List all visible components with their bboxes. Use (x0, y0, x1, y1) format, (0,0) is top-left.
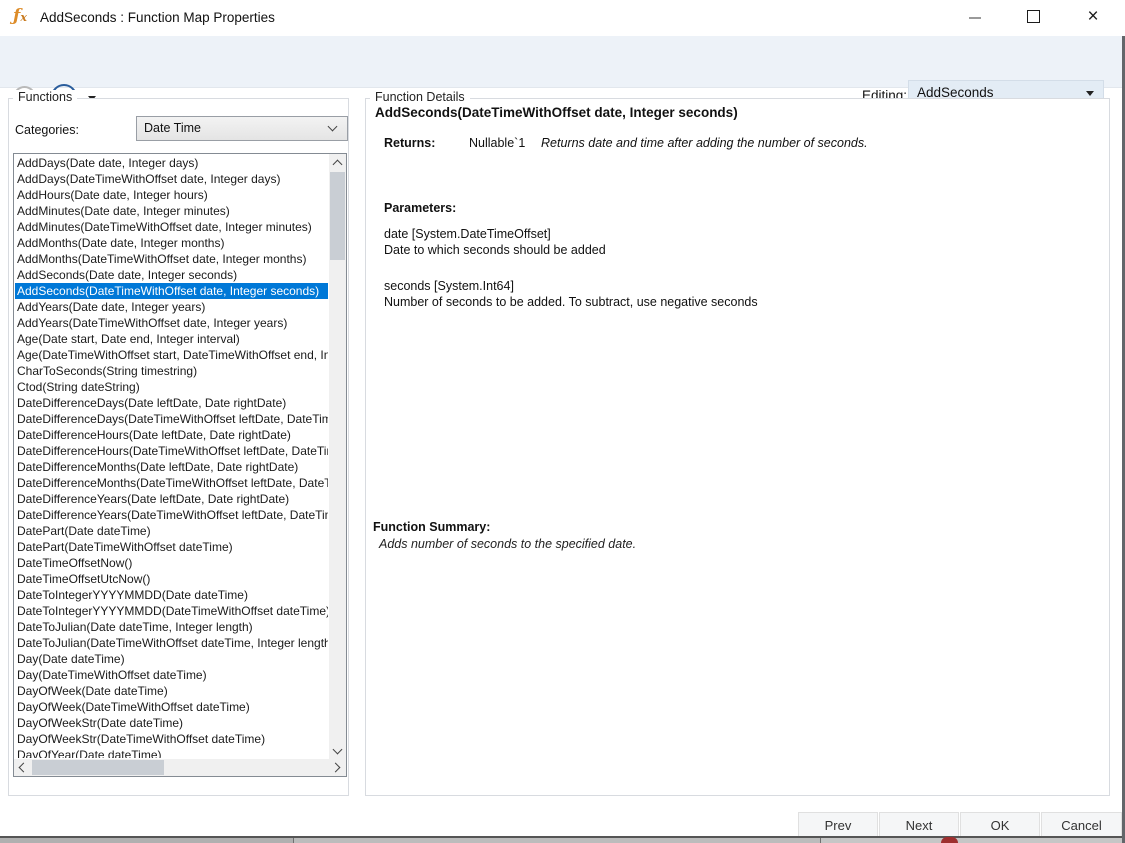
scroll-up-arrow-icon[interactable] (329, 154, 346, 171)
list-item[interactable]: AddYears(DateTimeWithOffset date, Intege… (15, 315, 328, 331)
parameter-entry: seconds [System.Int64] Number of seconds … (384, 279, 758, 310)
list-item[interactable]: DayOfWeek(DateTimeWithOffset dateTime) (15, 699, 328, 715)
list-item[interactable]: AddDays(DateTimeWithOffset date, Integer… (15, 171, 328, 187)
horizontal-scrollbar-thumb[interactable] (32, 760, 164, 775)
list-item[interactable]: DateToJulian(Date dateTime, Integer leng… (15, 619, 328, 635)
minimize-button[interactable] (952, 0, 998, 34)
function-details-groupbox: Function Details AddSeconds(DateTimeWith… (365, 90, 1110, 796)
list-item[interactable]: DayOfWeekStr(DateTimeWithOffset dateTime… (15, 731, 328, 747)
categories-combobox-value: Date Time (144, 121, 201, 135)
list-item[interactable]: Ctod(String dateString) (15, 379, 328, 395)
function-summary-text: Adds number of seconds to the specified … (379, 537, 637, 551)
list-item[interactable]: DateDifferenceYears(DateTimeWithOffset l… (15, 507, 328, 523)
list-item[interactable]: Day(Date dateTime) (15, 651, 328, 667)
parameter-name: date [System.DateTimeOffset] (384, 227, 551, 241)
returns-type: Nullable`1 (469, 136, 526, 150)
close-button[interactable]: × (1070, 0, 1116, 34)
list-item[interactable]: DayOfYear(Date dateTime) (15, 747, 328, 758)
functions-groupbox-title: Functions (13, 90, 78, 104)
list-item[interactable]: DateDifferenceMonths(Date leftDate, Date… (15, 459, 328, 475)
returns-row: Returns: Nullable`1 Returns date and tim… (384, 136, 868, 150)
parameters-list: date [System.DateTimeOffset] Date to whic… (384, 227, 758, 331)
list-item[interactable]: DateToIntegerYYYYMMDD(DateTimeWithOffset… (15, 603, 328, 619)
close-icon: × (1087, 6, 1099, 27)
list-item[interactable]: DateDifferenceYears(Date leftDate, Date … (15, 491, 328, 507)
scroll-down-arrow-icon[interactable] (329, 742, 346, 759)
list-item[interactable]: AddSeconds(Date date, Integer seconds) (15, 267, 328, 283)
chevron-down-icon (327, 121, 338, 132)
list-item[interactable]: DatePart(Date dateTime) (15, 523, 328, 539)
prev-button[interactable]: Prev (798, 812, 878, 839)
title-bar: ƒx AddSeconds : Function Map Properties … (0, 0, 1125, 36)
functions-groupbox: Functions Categories: Date Time AddDays(… (8, 90, 349, 796)
navigation-toolbar: ← → Editing: AddSeconds (0, 36, 1125, 110)
list-item[interactable]: DateToJulian(DateTimeWithOffset dateTime… (15, 635, 328, 651)
list-item[interactable]: Day(DateTimeWithOffset dateTime) (15, 667, 328, 683)
function-listbox: AddDays(Date date, Integer days) AddDays(… (13, 153, 347, 777)
list-item[interactable]: DateDifferenceHours(DateTimeWithOffset l… (15, 443, 328, 459)
next-button[interactable]: Next (879, 812, 959, 839)
dialog-window: ƒx AddSeconds : Function Map Properties … (0, 0, 1125, 843)
list-item[interactable]: AddMinutes(DateTimeWithOffset date, Inte… (15, 219, 328, 235)
list-item[interactable]: AddMonths(DateTimeWithOffset date, Integ… (15, 251, 328, 267)
list-item[interactable]: Age(DateTimeWithOffset start, DateTimeWi… (15, 347, 328, 363)
list-item[interactable]: AddSeconds(DateTimeWithOffset date, Inte… (15, 283, 328, 299)
function-list-items: AddDays(Date date, Integer days) AddDays(… (15, 155, 328, 758)
parameter-description: Number of seconds to be added. To subtra… (384, 294, 758, 309)
parameter-description: Date to which seconds should be added (384, 242, 606, 257)
parameter-entry: date [System.DateTimeOffset] Date to whic… (384, 227, 758, 258)
list-item[interactable]: AddHours(Date date, Integer hours) (15, 187, 328, 203)
categories-combobox[interactable]: Date Time (136, 116, 348, 141)
background-red-icon (941, 837, 958, 843)
list-item[interactable]: CharToSeconds(String timestring) (15, 363, 328, 379)
categories-label: Categories: (15, 123, 79, 137)
list-item[interactable]: DateTimeOffsetUtcNow() (15, 571, 328, 587)
vertical-scrollbar[interactable] (329, 154, 346, 759)
list-item[interactable]: DayOfWeek(Date dateTime) (15, 683, 328, 699)
list-item[interactable]: DateDifferenceHours(Date leftDate, Date … (15, 427, 328, 443)
chevron-down-icon (1086, 91, 1094, 96)
function-signature: AddSeconds(DateTimeWithOffset date, Inte… (375, 105, 738, 120)
scroll-left-arrow-icon[interactable] (14, 759, 31, 776)
returns-label: Returns: (384, 136, 436, 150)
list-item[interactable]: DayOfWeekStr(Date dateTime) (15, 715, 328, 731)
maximize-icon (1027, 10, 1040, 23)
list-item[interactable]: DatePart(DateTimeWithOffset dateTime) (15, 539, 328, 555)
list-item[interactable]: AddDays(Date date, Integer days) (15, 155, 328, 171)
vertical-scrollbar-thumb[interactable] (330, 172, 345, 260)
parameters-label: Parameters: (384, 201, 457, 215)
list-item[interactable]: DateDifferenceDays(Date leftDate, Date r… (15, 395, 328, 411)
list-item[interactable]: AddMinutes(Date date, Integer minutes) (15, 203, 328, 219)
list-item[interactable]: DateDifferenceMonths(DateTimeWithOffset … (15, 475, 328, 491)
horizontal-scrollbar[interactable] (14, 759, 346, 776)
window-title: AddSeconds : Function Map Properties (40, 10, 275, 25)
minimize-icon (969, 17, 981, 19)
returns-description: Returns date and time after adding the n… (541, 136, 868, 150)
maximize-button[interactable] (1010, 0, 1056, 34)
list-item[interactable]: Age(Date start, Date end, Integer interv… (15, 331, 328, 347)
ok-button[interactable]: OK (960, 812, 1040, 839)
list-item[interactable]: DateTimeOffsetNow() (15, 555, 328, 571)
list-item[interactable]: AddYears(Date date, Integer years) (15, 299, 328, 315)
scroll-right-arrow-icon[interactable] (329, 759, 346, 776)
cancel-button[interactable]: Cancel (1041, 812, 1122, 839)
parameter-name: seconds [System.Int64] (384, 279, 514, 293)
list-item[interactable]: AddMonths(Date date, Integer months) (15, 235, 328, 251)
fx-function-icon: ƒx (13, 6, 27, 26)
function-summary-label: Function Summary: (373, 520, 491, 534)
list-item[interactable]: DateDifferenceDays(DateTimeWithOffset le… (15, 411, 328, 427)
list-item[interactable]: DateToIntegerYYYYMMDD(Date dateTime) (15, 587, 328, 603)
function-details-groupbox-title: Function Details (370, 90, 470, 104)
